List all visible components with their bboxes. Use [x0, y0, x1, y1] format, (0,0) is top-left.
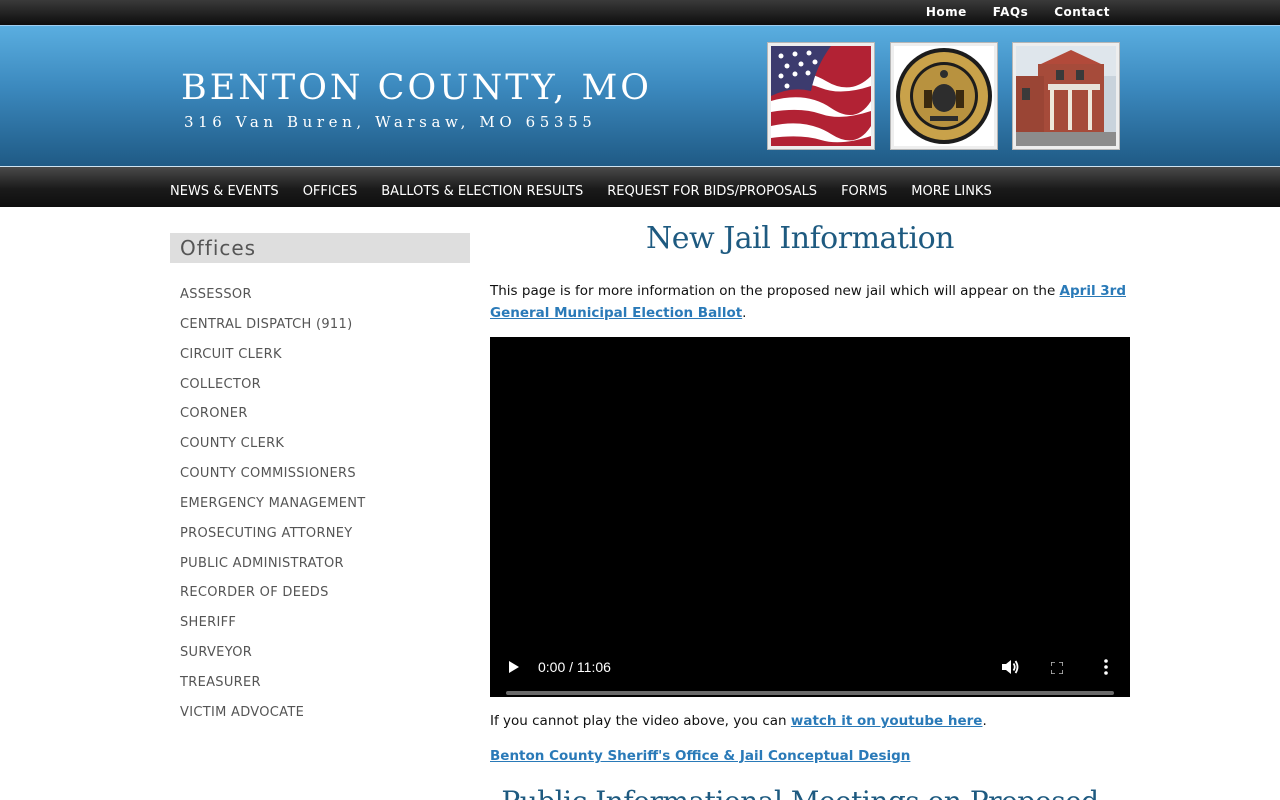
sidebar-item-assessor[interactable]: ASSESSOR	[180, 287, 252, 302]
site-title[interactable]: BENTON COUNTY, MO	[181, 68, 652, 108]
top-link-faqs[interactable]: FAQs	[993, 5, 1028, 19]
video-controls: 0:00 / 11:06	[490, 627, 1130, 697]
design-link-paragraph: Benton County Sheriff's Office & Jail Co…	[490, 745, 1130, 767]
nav-offices[interactable]: OFFICES	[303, 184, 358, 199]
video-time: 0:00 / 11:06	[538, 659, 611, 675]
sidebar-item-treasurer[interactable]: TREASURER	[180, 675, 261, 690]
top-link-home[interactable]: Home	[926, 5, 967, 19]
top-links: Home FAQs Contact	[926, 5, 1110, 19]
site-address: 316 Van Buren, Warsaw, MO 65355	[184, 113, 597, 131]
main-content: New Jail Information This page is for mo…	[490, 215, 1130, 800]
jail-conceptual-design-link[interactable]: Benton County Sheriff's Office & Jail Co…	[490, 748, 910, 764]
sidebar-item-surveyor[interactable]: SURVEYOR	[180, 645, 252, 660]
courthouse-building-image	[1012, 42, 1120, 150]
play-icon[interactable]	[509, 661, 519, 673]
top-link-contact[interactable]: Contact	[1054, 5, 1110, 19]
more-options-icon[interactable]	[1104, 659, 1108, 675]
american-flag-image	[767, 42, 875, 150]
intro-end: .	[742, 305, 747, 321]
sidebar-item-coroner[interactable]: CORONER	[180, 406, 248, 421]
video-progress-bar[interactable]	[506, 691, 1114, 695]
fallback-end: .	[982, 713, 987, 729]
sidebar-item-county-clerk[interactable]: COUNTY CLERK	[180, 436, 284, 451]
sidebar-item-county-commissioners[interactable]: COUNTY COMMISSIONERS	[180, 466, 356, 481]
nav-request-for-bids[interactable]: REQUEST FOR BIDS/PROPOSALS	[607, 184, 817, 199]
fallback-paragraph: If you cannot play the video above, you …	[490, 710, 1130, 732]
sidebar-heading: Offices	[170, 233, 470, 263]
nav-news-events[interactable]: NEWS & EVENTS	[170, 184, 279, 199]
intro-text: This page is for more information on the…	[490, 283, 1060, 299]
sidebar-item-emergency-management[interactable]: EMERGENCY MANAGEMENT	[180, 496, 366, 511]
sidebar-item-recorder-of-deeds[interactable]: RECORDER OF DEEDS	[180, 585, 329, 600]
volume-icon[interactable]	[1001, 659, 1019, 675]
missouri-state-seal-image	[890, 42, 998, 150]
sidebar-item-sheriff[interactable]: SHERIFF	[180, 615, 236, 630]
sidebar-item-central-dispatch[interactable]: CENTRAL DISPATCH (911)	[180, 317, 352, 332]
intro-paragraph: This page is for more information on the…	[490, 280, 1130, 324]
offices-sidebar: Offices ASSESSOR CENTRAL DISPATCH (911) …	[170, 233, 470, 731]
video-player[interactable]: 0:00 / 11:06	[490, 337, 1130, 697]
sidebar-item-victim-advocate[interactable]: VICTIM ADVOCATE	[180, 705, 304, 720]
sidebar-item-public-administrator[interactable]: PUBLIC ADMINISTRATOR	[180, 556, 344, 571]
fallback-text: If you cannot play the video above, you …	[490, 713, 791, 729]
sidebar-item-collector[interactable]: COLLECTOR	[180, 377, 261, 392]
site-header: BENTON COUNTY, MO 316 Van Buren, Warsaw,…	[0, 25, 1280, 167]
nav-forms[interactable]: FORMS	[841, 184, 887, 199]
sidebar-item-prosecuting-attorney[interactable]: PROSECUTING ATTORNEY	[180, 526, 353, 541]
public-meetings-heading: Public Informational Meetings on Propose…	[470, 785, 1130, 800]
youtube-link[interactable]: watch it on youtube here	[791, 713, 983, 729]
main-navigation: NEWS & EVENTS OFFICES BALLOTS & ELECTION…	[0, 167, 1280, 207]
fullscreen-icon[interactable]	[1051, 662, 1063, 674]
sidebar-item-circuit-clerk[interactable]: CIRCUIT CLERK	[180, 347, 282, 362]
page-title: New Jail Information	[646, 221, 954, 256]
offices-list: ASSESSOR CENTRAL DISPATCH (911) CIRCUIT …	[170, 283, 470, 731]
top-utility-bar: Home FAQs Contact	[0, 0, 1280, 25]
nav-more-links[interactable]: MORE LINKS	[911, 184, 991, 199]
nav-ballots-election-results[interactable]: BALLOTS & ELECTION RESULTS	[381, 184, 583, 199]
